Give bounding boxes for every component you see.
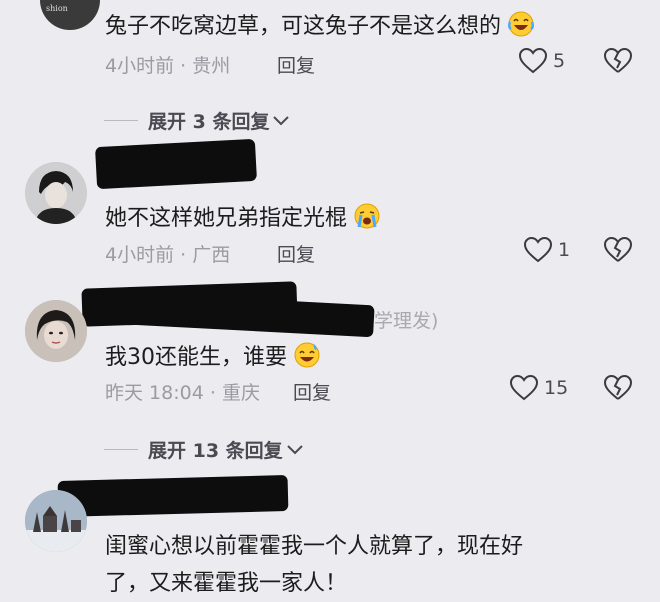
comment-meta: 昨天 18:04 · 重庆 [105,382,260,404]
comment-meta: 4小时前 · 贵州 [105,55,231,77]
broken-heart-icon [603,47,633,73]
sweat-smile-emoji [294,342,320,368]
laughing-crying-emoji [508,11,535,37]
dislike-button[interactable] [603,374,633,405]
expand-replies-button[interactable]: 展开 13 条回复 [104,436,304,463]
dislike-button[interactable] [603,47,633,78]
heart-icon [524,237,552,263]
avatar[interactable] [25,162,87,224]
like-count: 1 [558,239,571,261]
like-button[interactable]: 1 [524,237,570,263]
comment-text: 我30还能生，谁要 [105,339,320,371]
author-name: 学理发) [374,310,439,332]
reply-button[interactable]: 回复 [277,51,315,78]
like-count: 15 [544,377,569,399]
redacted-username [57,474,289,518]
chevron-down-icon [286,444,303,454]
expand-replies-button[interactable]: 展开 3 条回复 [104,107,290,134]
divider [104,120,138,121]
heart-icon [519,48,547,74]
like-count: 5 [553,50,566,72]
redacted-username [95,138,257,190]
avatar[interactable]: shion [40,0,100,30]
broken-heart-icon [603,374,633,400]
chevron-down-icon [273,115,290,125]
comment-text: 她不这样她兄弟指定光棍 [105,200,380,232]
comment-meta: 4小时前 · 广西 [105,244,231,266]
broken-heart-icon [603,236,633,262]
avatar[interactable] [25,490,87,552]
like-button[interactable]: 15 [510,375,568,401]
like-button[interactable]: 5 [519,48,565,74]
reply-button[interactable]: 回复 [277,240,315,267]
comment-text: 兔子不吃窝边草，可这兔子不是这么想的 [105,8,535,40]
reply-button[interactable]: 回复 [293,378,331,405]
avatar[interactable] [25,300,87,362]
comment-text: 了，又来霍霍我一家人！ [105,571,348,596]
redacted-username [91,290,375,338]
heart-icon [510,375,538,401]
crying-emoji [354,203,380,229]
divider [104,449,138,450]
comment-text: 闺蜜心想以前霍霍我一个人就算了，现在好 [105,534,524,559]
dislike-button[interactable] [603,236,633,267]
